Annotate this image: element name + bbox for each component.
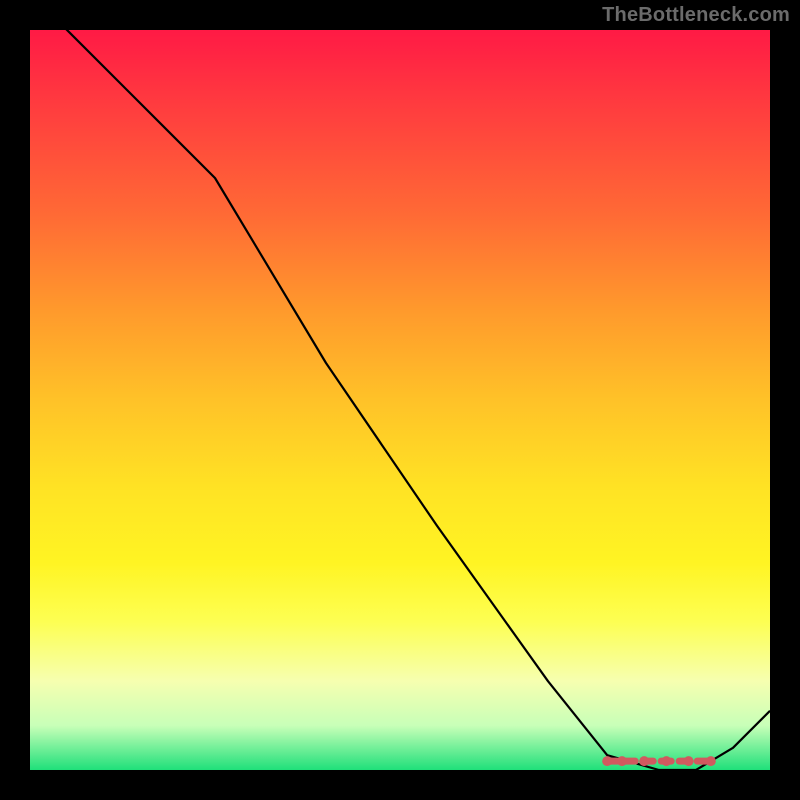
watermark-text: TheBottleneck.com	[602, 4, 790, 27]
chart-plot-area	[30, 30, 770, 770]
chart-container: TheBottleneck.com	[0, 0, 800, 800]
